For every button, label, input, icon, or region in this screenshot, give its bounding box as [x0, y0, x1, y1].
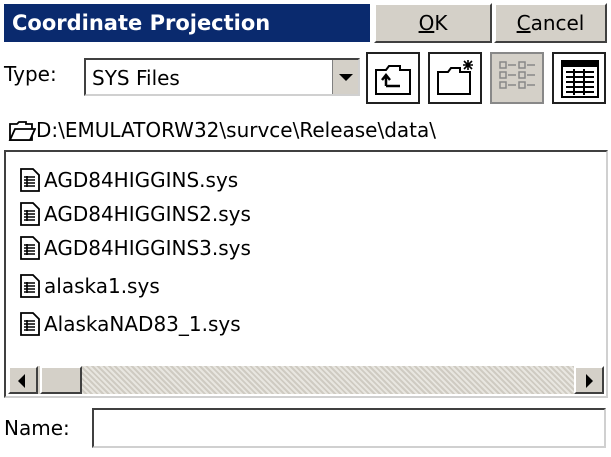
type-label: Type:	[4, 62, 57, 86]
cancel-accelerator: C	[516, 11, 531, 35]
details-view-icon	[561, 60, 599, 98]
ok-label-rest: K	[434, 11, 448, 35]
scrollbar-track[interactable]	[82, 366, 574, 394]
dialog-title: Coordinate Projection	[4, 4, 370, 42]
name-label: Name:	[4, 416, 70, 440]
name-row: Name:	[0, 402, 611, 454]
name-input[interactable]	[92, 408, 606, 448]
list-view-icon	[499, 61, 535, 89]
new-folder-button[interactable]	[428, 52, 482, 104]
file-name: alaska1.sys	[44, 274, 160, 298]
file-name: AGD84HIGGINS2.sys	[44, 202, 251, 226]
up-folder-button[interactable]	[366, 52, 420, 104]
ok-accelerator: O	[418, 11, 435, 35]
folder-open-icon	[8, 121, 36, 141]
type-dropdown[interactable]: SYS Files	[84, 58, 360, 96]
path-text: D:\EMULATORW32\survce\Release\data\	[36, 118, 437, 142]
cancel-button[interactable]: Cancel	[494, 3, 607, 43]
type-row: Type: SYS Files	[0, 48, 611, 110]
scroll-right-icon[interactable]	[574, 366, 604, 394]
sys-file-icon	[20, 168, 40, 192]
up-folder-icon	[375, 65, 411, 95]
details-view-button[interactable]	[552, 52, 606, 104]
sys-file-icon	[20, 236, 40, 260]
horizontal-scrollbar[interactable]	[8, 366, 604, 394]
file-list[interactable]: AGD84HIGGINS.sys AGD84HIGGINS2.sys AGD84…	[4, 150, 608, 398]
current-path: D:\EMULATORW32\survce\Release\data\	[6, 116, 606, 148]
ok-button[interactable]: OK	[374, 3, 492, 43]
file-name: AlaskaNAD83_1.sys	[44, 312, 241, 336]
file-name: AGD84HIGGINS3.sys	[44, 236, 251, 260]
file-name: AGD84HIGGINS.sys	[44, 168, 239, 192]
cancel-label-rest: ancel	[530, 11, 585, 35]
sys-file-icon	[20, 312, 40, 336]
sys-file-icon	[20, 274, 40, 298]
sys-file-icon	[20, 202, 40, 226]
scrollbar-thumb[interactable]	[40, 366, 82, 394]
scroll-left-icon[interactable]	[8, 366, 38, 394]
list-view-button[interactable]	[490, 52, 544, 104]
title-bar: Coordinate Projection OK Cancel	[0, 0, 611, 46]
new-folder-icon	[437, 60, 473, 95]
dropdown-arrow-icon[interactable]	[332, 60, 358, 94]
type-dropdown-value: SYS Files	[92, 66, 180, 90]
